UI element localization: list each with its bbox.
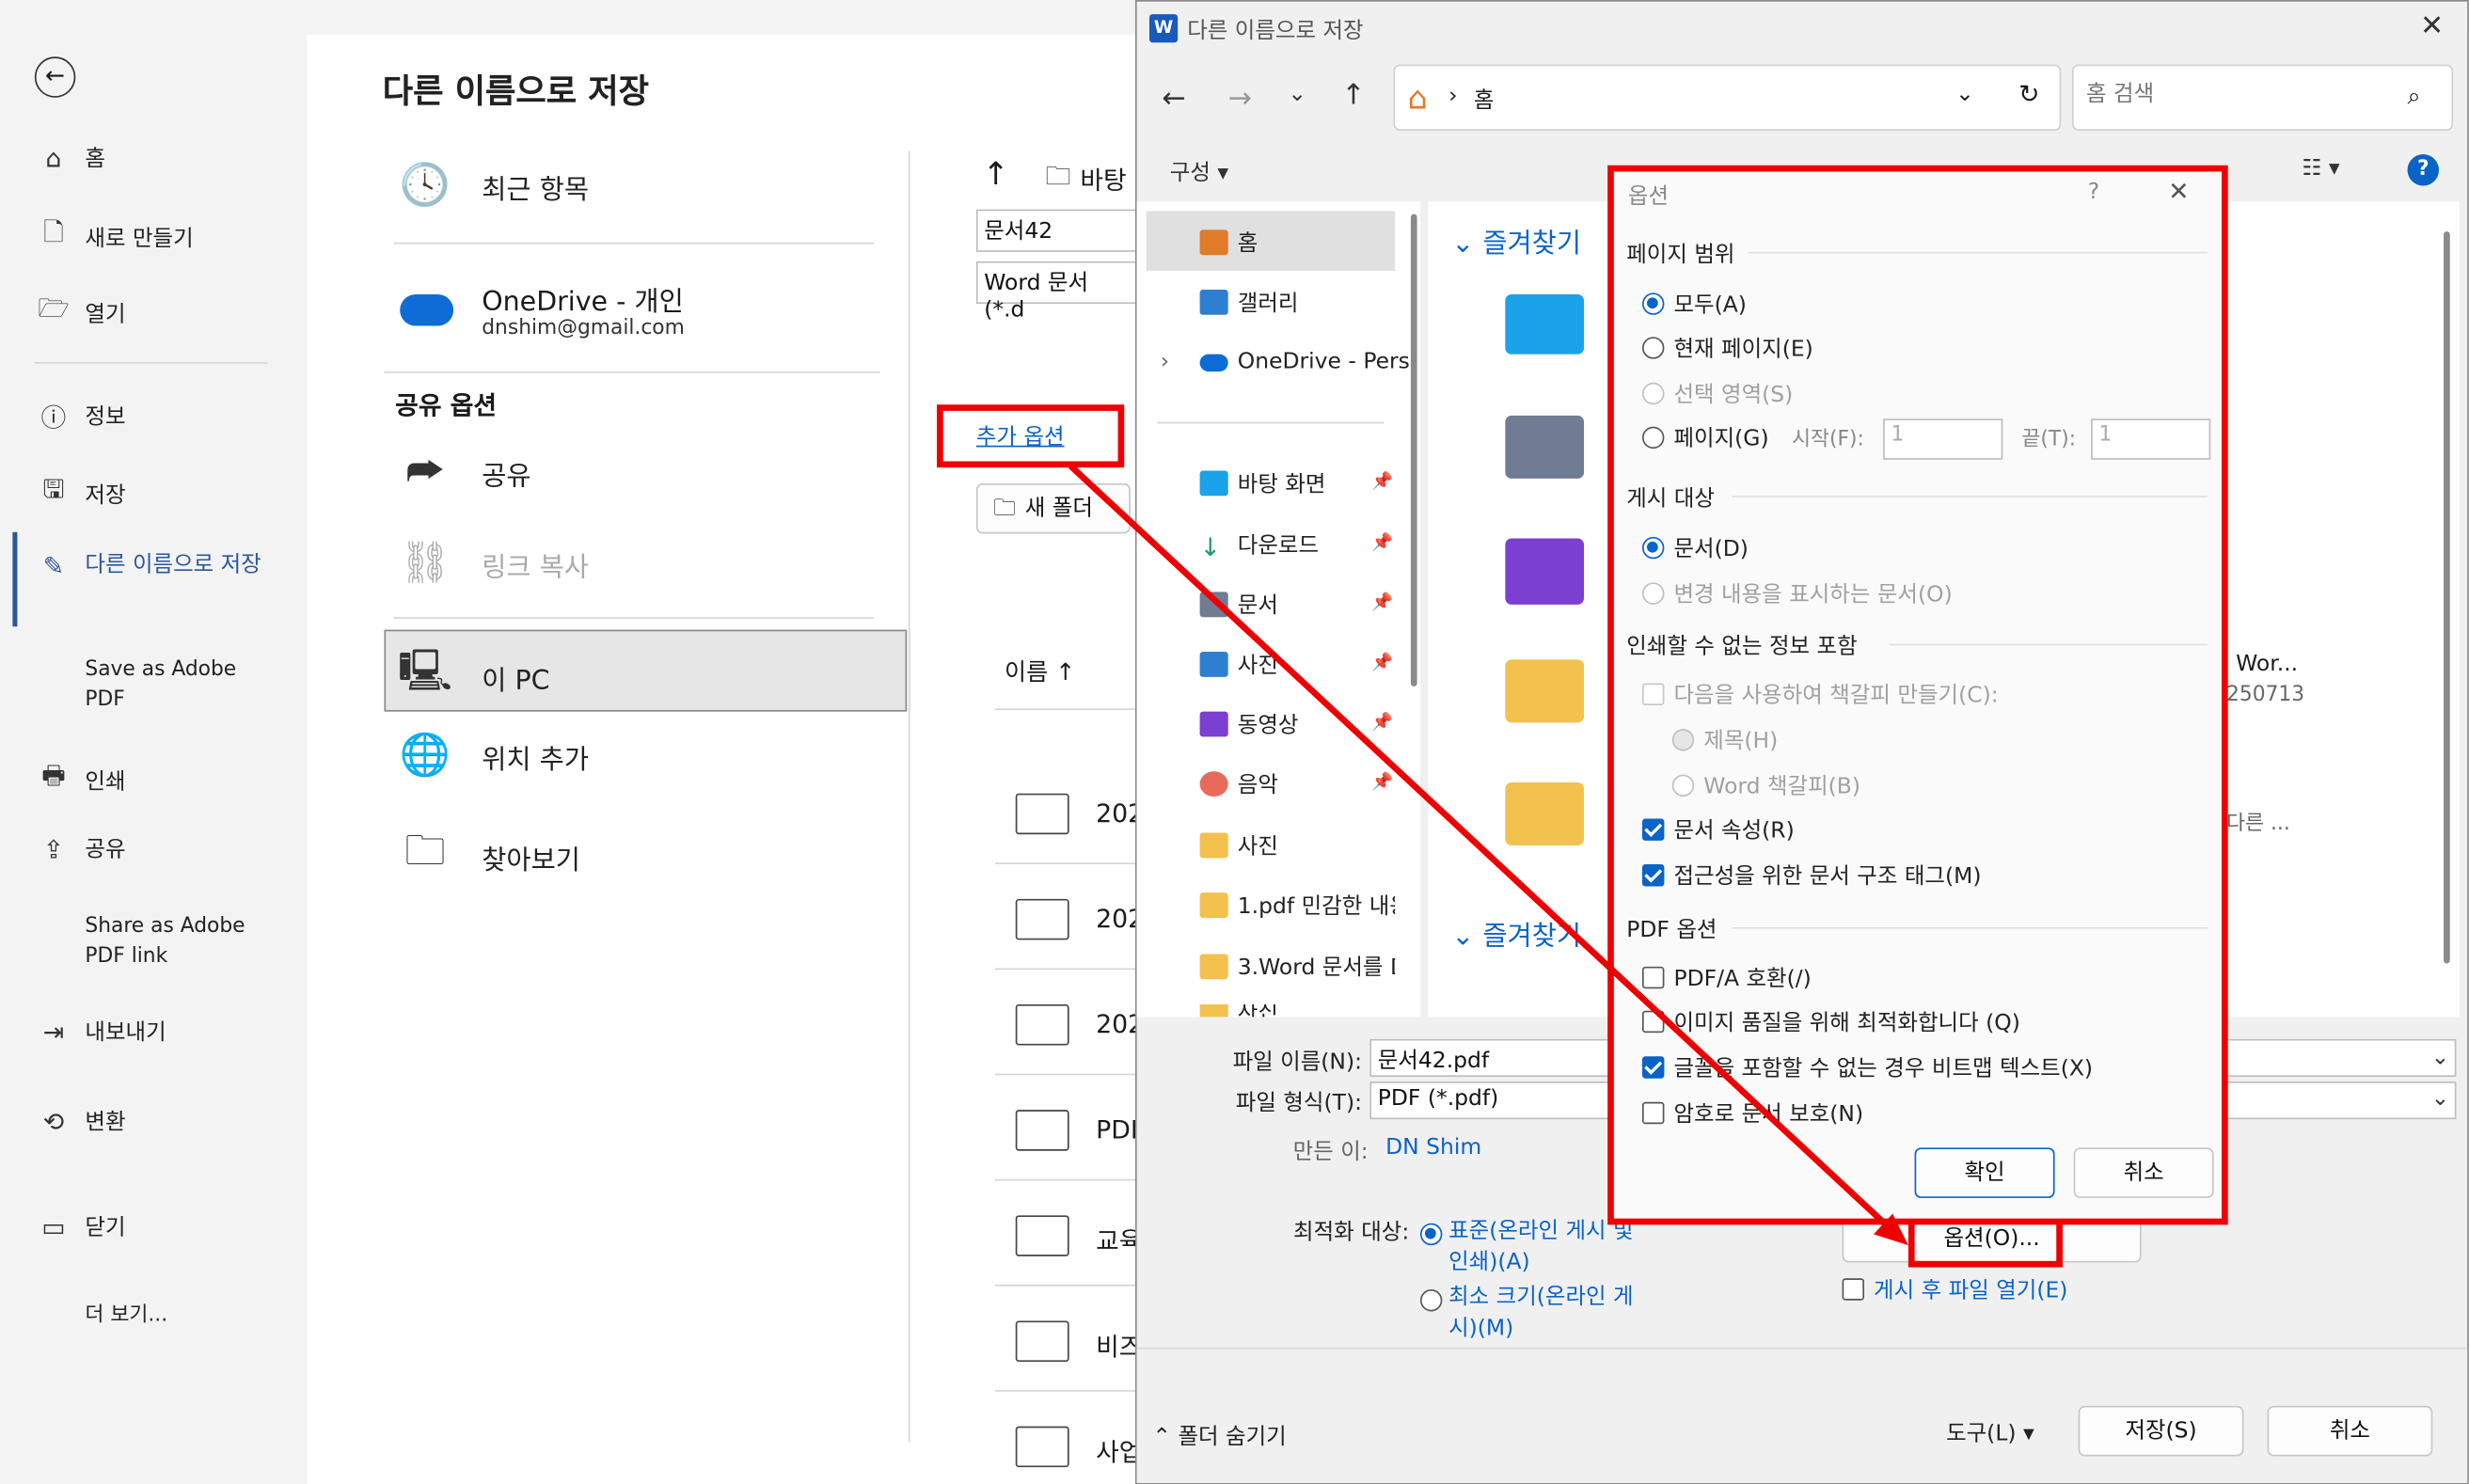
annotation-arrow xyxy=(1068,464,1908,1246)
